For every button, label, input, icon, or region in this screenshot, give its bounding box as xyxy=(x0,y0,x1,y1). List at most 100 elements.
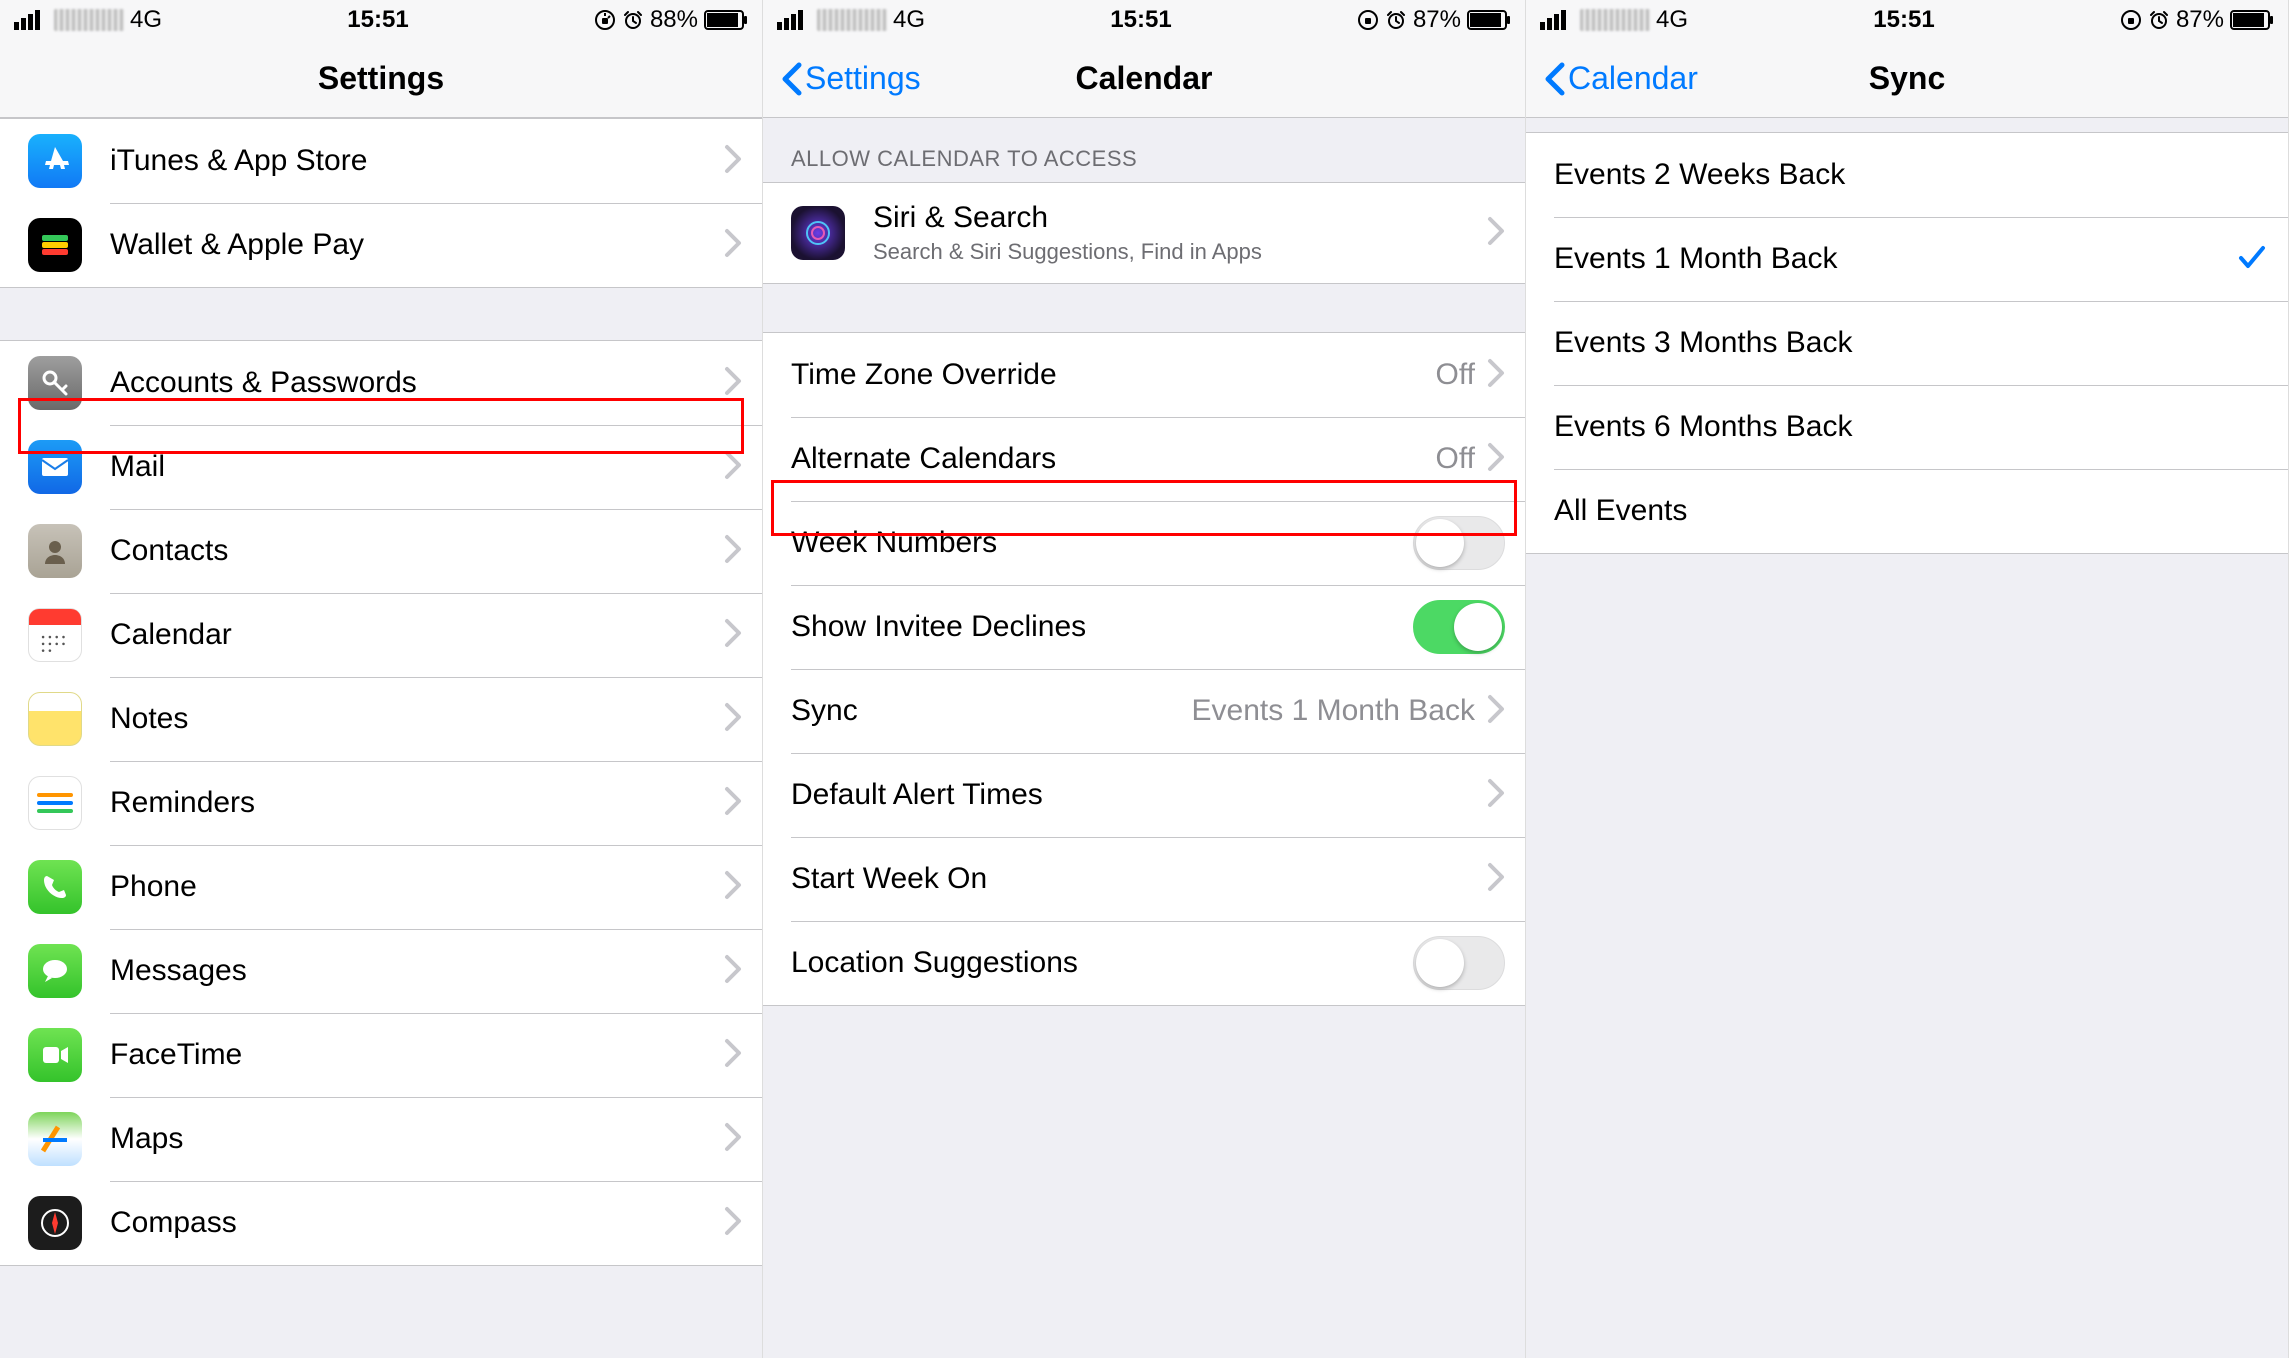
status-time: 15:51 xyxy=(1110,6,1171,34)
battery-icon xyxy=(2230,10,2274,30)
back-button[interactable]: Settings xyxy=(779,60,921,97)
row-value: Off xyxy=(1436,358,1475,392)
row-messages[interactable]: Messages xyxy=(0,929,762,1013)
notes-icon xyxy=(28,692,82,746)
row-label: Time Zone Override xyxy=(791,358,1436,392)
row-start-week-on[interactable]: Start Week On xyxy=(763,837,1525,921)
row-label: Default Alert Times xyxy=(791,778,1487,812)
alarm-icon xyxy=(1385,9,1407,31)
row-label: FaceTime xyxy=(110,1038,724,1072)
row-time-zone-override[interactable]: Time Zone Override Off xyxy=(763,333,1525,417)
key-icon xyxy=(28,356,82,410)
row-sync-all[interactable]: All Events xyxy=(1526,469,2288,553)
row-label: Mail xyxy=(110,450,724,484)
row-label: Events 6 Months Back xyxy=(1554,410,2268,444)
network-type: 4G xyxy=(130,6,162,34)
contacts-icon xyxy=(28,524,82,578)
toggle-week-numbers[interactable] xyxy=(1413,516,1505,570)
row-label: Alternate Calendars xyxy=(791,442,1436,476)
battery-icon xyxy=(1467,10,1511,30)
status-left: 4G xyxy=(14,6,162,34)
battery-percent: 87% xyxy=(1413,6,1461,34)
chevron-right-icon xyxy=(724,702,742,737)
row-siri-search[interactable]: Siri & Search Search & Siri Suggestions,… xyxy=(763,183,1525,283)
row-alternate-calendars[interactable]: Alternate Calendars Off xyxy=(763,417,1525,501)
appstore-icon xyxy=(28,134,82,188)
row-week-numbers[interactable]: Week Numbers xyxy=(763,501,1525,585)
row-label: Events 2 Weeks Back xyxy=(1554,158,2268,192)
row-label: Notes xyxy=(110,702,724,736)
signal-icon xyxy=(14,10,48,30)
orientation-lock-icon xyxy=(2120,9,2142,31)
messages-icon xyxy=(28,944,82,998)
chevron-right-icon xyxy=(724,1206,742,1241)
toggle-location-suggestions[interactable] xyxy=(1413,936,1505,990)
carrier-name xyxy=(817,9,887,31)
settings-group-2: Accounts & Passwords Mail Contacts Calen… xyxy=(0,340,762,1266)
chevron-right-icon xyxy=(724,534,742,569)
row-show-invitee-declines[interactable]: Show Invitee Declines xyxy=(763,585,1525,669)
chevron-right-icon xyxy=(1487,216,1505,251)
row-mail[interactable]: Mail xyxy=(0,425,762,509)
chevron-right-icon xyxy=(1487,694,1505,729)
reminders-icon xyxy=(28,776,82,830)
row-facetime[interactable]: FaceTime xyxy=(0,1013,762,1097)
group-spacer xyxy=(763,284,1525,332)
group-spacer xyxy=(1526,118,2288,132)
chevron-right-icon xyxy=(1487,442,1505,477)
nav-title: Settings xyxy=(0,60,762,97)
calendar-options-group: Time Zone Override Off Alternate Calenda… xyxy=(763,332,1525,1006)
row-reminders[interactable]: Reminders xyxy=(0,761,762,845)
chevron-right-icon xyxy=(724,1122,742,1157)
back-label: Calendar xyxy=(1568,60,1698,97)
signal-icon xyxy=(777,10,811,30)
row-itunes-appstore[interactable]: iTunes & App Store xyxy=(0,119,762,203)
orientation-lock-icon xyxy=(1357,9,1379,31)
signal-icon xyxy=(1540,10,1574,30)
chevron-right-icon xyxy=(724,870,742,905)
toggle-show-invitee-declines[interactable] xyxy=(1413,600,1505,654)
row-contacts[interactable]: Contacts xyxy=(0,509,762,593)
row-wallet-apple-pay[interactable]: Wallet & Apple Pay xyxy=(0,203,762,287)
row-label: Week Numbers xyxy=(791,526,1413,560)
compass-icon xyxy=(28,1196,82,1250)
nav-header: Calendar Sync xyxy=(1526,40,2288,118)
row-compass[interactable]: Compass xyxy=(0,1181,762,1265)
row-label: Siri & Search xyxy=(873,201,1487,235)
row-sync-6months[interactable]: Events 6 Months Back xyxy=(1526,385,2288,469)
row-phone[interactable]: Phone xyxy=(0,845,762,929)
row-label: Maps xyxy=(110,1122,724,1156)
row-location-suggestions[interactable]: Location Suggestions xyxy=(763,921,1525,1005)
battery-percent: 87% xyxy=(2176,6,2224,34)
row-sync-3months[interactable]: Events 3 Months Back xyxy=(1526,301,2288,385)
status-left: 4G xyxy=(1540,6,1688,34)
chevron-right-icon xyxy=(724,366,742,401)
row-value: Events 1 Month Back xyxy=(1192,694,1475,728)
row-default-alert-times[interactable]: Default Alert Times xyxy=(763,753,1525,837)
chevron-right-icon xyxy=(1487,358,1505,393)
row-label: Location Suggestions xyxy=(791,946,1413,980)
row-calendar[interactable]: Calendar xyxy=(0,593,762,677)
battery-icon xyxy=(704,10,748,30)
chevron-right-icon xyxy=(1487,862,1505,897)
row-sync-2weeks[interactable]: Events 2 Weeks Back xyxy=(1526,133,2288,217)
row-maps[interactable]: Maps xyxy=(0,1097,762,1181)
orientation-lock-icon xyxy=(594,9,616,31)
siri-icon xyxy=(791,206,845,260)
row-value: Off xyxy=(1436,442,1475,476)
row-label: Events 3 Months Back xyxy=(1554,326,2268,360)
row-label: Events 1 Month Back xyxy=(1554,242,2236,276)
row-sync-1month[interactable]: Events 1 Month Back xyxy=(1526,217,2288,301)
back-button[interactable]: Calendar xyxy=(1542,60,1698,97)
row-sync[interactable]: Sync Events 1 Month Back xyxy=(763,669,1525,753)
row-label: All Events xyxy=(1554,494,2268,528)
row-label: Wallet & Apple Pay xyxy=(110,228,724,262)
battery-percent: 88% xyxy=(650,6,698,34)
status-left: 4G xyxy=(777,6,925,34)
calendar-icon xyxy=(28,608,82,662)
status-right: 87% xyxy=(1357,6,1511,34)
chevron-right-icon xyxy=(724,228,742,263)
row-accounts-passwords[interactable]: Accounts & Passwords xyxy=(0,341,762,425)
row-notes[interactable]: Notes xyxy=(0,677,762,761)
alarm-icon xyxy=(622,9,644,31)
